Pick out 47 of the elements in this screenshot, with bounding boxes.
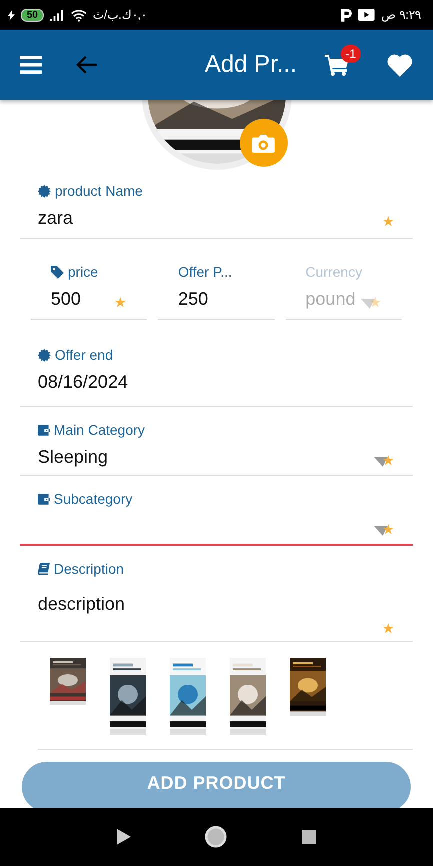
- square-icon[interactable]: [302, 830, 316, 844]
- cart-count: -1: [341, 45, 361, 63]
- heart-icon[interactable]: [387, 54, 413, 76]
- page-title: Add Pr...: [204, 51, 297, 79]
- form-field[interactable]: Description description: [20, 546, 413, 642]
- field-label: price: [68, 264, 98, 280]
- field-label: Main Category: [54, 422, 146, 438]
- camera-icon: [252, 134, 275, 152]
- field-label: Offer end: [55, 347, 114, 363]
- form-field[interactable]: Main Category Sleeping: [20, 407, 413, 476]
- field-value: 250: [178, 288, 208, 310]
- field-value: pound: [306, 288, 356, 310]
- field-label: Subcategory: [54, 491, 133, 507]
- field-value: Sleeping: [38, 446, 108, 468]
- badge-icon: [38, 184, 51, 198]
- dropdown-icon[interactable]: [374, 526, 388, 536]
- badge-icon: [38, 348, 51, 362]
- field-label: Description: [54, 561, 124, 577]
- field-value: zara: [38, 208, 74, 228]
- video-icon: [358, 9, 376, 21]
- form-field[interactable]: Offer end 08/16/2024: [20, 320, 413, 407]
- home-icon[interactable]: [205, 826, 228, 848]
- battery-level: 50: [21, 8, 44, 22]
- data-speed: ٠,٠ك.ب/ث: [93, 8, 148, 22]
- form-field[interactable]: Offer P... 250: [158, 263, 275, 320]
- field-label: Currency: [306, 264, 362, 280]
- menu-icon[interactable]: [20, 56, 42, 74]
- form-field[interactable]: product Name zara: [20, 170, 413, 239]
- dropdown-icon[interactable]: [374, 456, 388, 466]
- form-field[interactable]: price 500: [31, 263, 148, 320]
- wifi-icon: [71, 8, 88, 22]
- back-icon[interactable]: [76, 55, 98, 75]
- wallet-icon: [38, 494, 50, 504]
- field-value: 08/16/2024: [38, 372, 128, 392]
- form-field[interactable]: Subcategory: [20, 476, 413, 546]
- notification-icon: [341, 8, 352, 22]
- field-value: description: [38, 594, 126, 614]
- field-value: 500: [51, 288, 82, 310]
- clock: ٩:٢٩ ص: [381, 8, 421, 22]
- field-label: Offer P...: [178, 264, 232, 280]
- signal-icon: [50, 10, 66, 20]
- field-label: product Name: [55, 183, 143, 199]
- book-icon: [38, 563, 50, 575]
- triangle-icon[interactable]: [117, 829, 132, 845]
- wallet-icon: [38, 424, 50, 436]
- charging-icon: [8, 10, 15, 20]
- tag-icon: [51, 266, 64, 278]
